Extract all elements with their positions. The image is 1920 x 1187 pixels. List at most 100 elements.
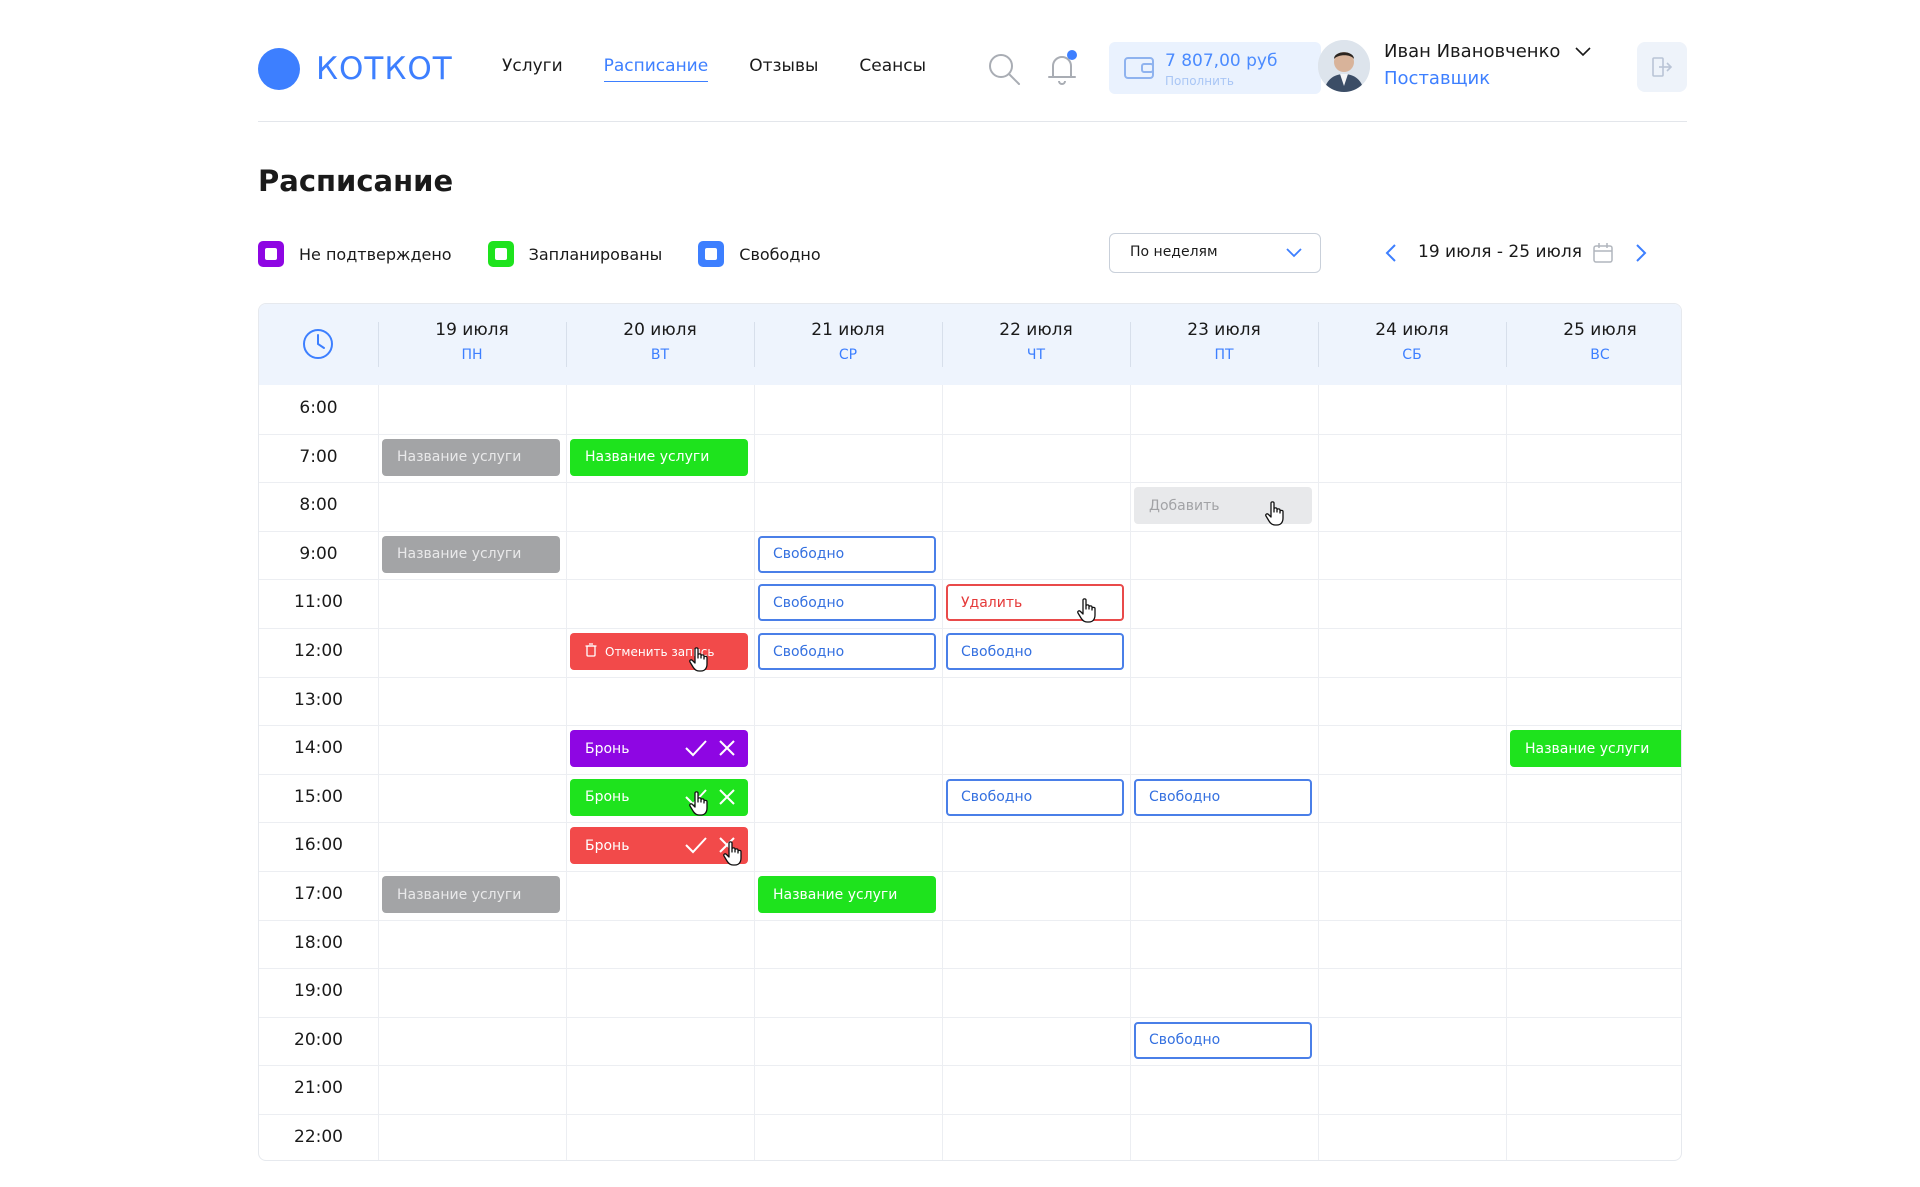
logo-text: КОТКОТ xyxy=(316,51,453,87)
day-header: 25 июля ВС xyxy=(1506,304,1681,385)
day-date: 23 июля xyxy=(1187,320,1261,340)
time-label: 19:00 xyxy=(294,981,343,1002)
row-divider xyxy=(259,676,1681,678)
time-label: 11:00 xyxy=(294,592,343,613)
slot-label: Свободно xyxy=(1149,1032,1221,1049)
wallet-amount: 7 807,00 руб xyxy=(1165,51,1278,71)
nav-item-sessions[interactable]: Сеансы xyxy=(859,56,926,82)
slot-label: Свободно xyxy=(773,594,845,611)
legend-swatch-planned xyxy=(487,241,514,267)
pointer-cursor-icon xyxy=(722,841,744,871)
time-label: 12:00 xyxy=(294,641,343,661)
schedule-slot-free[interactable]: Свободно xyxy=(758,633,936,670)
avatar[interactable] xyxy=(1318,40,1370,92)
day-date: 22 июля xyxy=(999,320,1073,340)
schedule-slot-free[interactable]: Свободно xyxy=(758,535,936,573)
slot-label: Свободно xyxy=(961,643,1033,660)
schedule-slot-purple[interactable]: Бронь xyxy=(570,730,748,768)
slot-label: Добавить xyxy=(1149,497,1220,514)
close-icon[interactable] xyxy=(708,739,736,761)
check-icon[interactable] xyxy=(674,739,708,761)
row-divider xyxy=(259,1114,1681,1115)
schedule-slot-gray[interactable]: Название услуги xyxy=(382,535,560,573)
nav-item-reviews[interactable]: Отзывы xyxy=(749,56,818,82)
slot-label: Бронь xyxy=(585,740,630,757)
row-divider xyxy=(259,1016,1681,1018)
row-divider xyxy=(259,725,1681,727)
schedule-slot-gray[interactable]: Название услуги xyxy=(382,438,560,476)
slot-label: Свободно xyxy=(1149,789,1221,806)
wallet-topup-link[interactable]: Пополнить xyxy=(1165,74,1234,88)
column-divider xyxy=(1506,385,1507,1160)
time-label: 6:00 xyxy=(299,398,338,418)
day-date: 24 июля xyxy=(1375,320,1449,340)
nav-item-schedule[interactable]: Расписание xyxy=(603,56,709,82)
column-divider xyxy=(1130,385,1131,1160)
date-range: 19 июля - 25 июля xyxy=(1418,242,1582,262)
schedule-slot-free[interactable]: Свободно xyxy=(1134,778,1312,816)
slot-label: Удалить xyxy=(961,594,1023,611)
row-divider xyxy=(259,628,1681,629)
date-navigator: 19 июля - 25 июля xyxy=(1385,240,1655,266)
bell-icon[interactable] xyxy=(1044,49,1080,87)
slot-label: Название услуги xyxy=(773,886,898,903)
schedule-slot-free[interactable]: Свободно xyxy=(946,778,1124,816)
day-weekday: ЧТ xyxy=(1026,347,1046,363)
schedule-slot-gray[interactable]: Название услуги xyxy=(382,876,560,913)
logo-mark xyxy=(258,48,300,90)
row-divider xyxy=(259,579,1681,581)
legend-swatch-unconfirmed xyxy=(258,241,284,267)
row-divider xyxy=(259,1065,1681,1067)
day-weekday: ВС xyxy=(1590,347,1610,363)
day-date: 25 июля xyxy=(1563,320,1637,340)
day-weekday: СР xyxy=(838,347,858,363)
pointer-cursor-icon xyxy=(1264,501,1286,531)
logo[interactable]: КОТКОТ xyxy=(258,48,453,90)
schedule-slot-free[interactable]: Свободно xyxy=(758,584,936,622)
chevron-left-icon[interactable] xyxy=(1385,243,1397,263)
chevron-right-icon[interactable] xyxy=(1635,243,1647,263)
slot-label: Свободно xyxy=(773,546,845,563)
user-role: Поставщик xyxy=(1384,68,1491,89)
pointer-cursor-icon xyxy=(688,647,710,677)
day-header: 20 июля ВТ xyxy=(566,304,754,385)
schedule-slot-green[interactable]: Бронь xyxy=(570,778,748,816)
slot-actions xyxy=(674,739,736,761)
day-weekday: ВТ xyxy=(650,347,670,363)
view-mode-select[interactable]: По неделям xyxy=(1109,233,1321,273)
logout-button[interactable] xyxy=(1637,42,1687,92)
day-header: 19 июля ПН xyxy=(378,304,566,385)
schedule-slot-green[interactable]: Название услуги xyxy=(570,438,748,476)
schedule-slot-free[interactable]: Свободно xyxy=(1134,1021,1312,1059)
row-divider xyxy=(259,968,1681,970)
column-divider xyxy=(1318,385,1319,1160)
close-icon[interactable] xyxy=(708,788,736,810)
legend-swatch-free xyxy=(698,241,725,267)
row-divider xyxy=(259,482,1681,484)
schedule-slot-free[interactable]: Свободно xyxy=(946,633,1124,670)
search-icon[interactable] xyxy=(986,51,1022,87)
legend-unconfirmed: Не подтверждено xyxy=(258,241,452,267)
legend-label: Свободно xyxy=(739,244,821,264)
day-date: 21 июля xyxy=(811,320,885,340)
day-weekday: ПН xyxy=(461,347,483,363)
slot-label: Название услуги xyxy=(397,886,522,903)
slot-label: Свободно xyxy=(961,789,1033,806)
status-legend: Не подтверждено Запланированы Свободно xyxy=(258,241,857,267)
legend-free: Свободно xyxy=(698,241,821,267)
schedule-slot-green[interactable]: Название услуги xyxy=(758,876,936,913)
time-label: 22:00 xyxy=(294,1127,343,1147)
schedule-slot-red[interactable]: Отменить запись xyxy=(570,633,748,670)
row-divider xyxy=(259,433,1681,435)
chevron-down-icon[interactable] xyxy=(1574,45,1592,59)
time-label: 16:00 xyxy=(294,835,343,856)
chevron-down-icon xyxy=(1286,248,1302,258)
legend-label: Запланированы xyxy=(528,244,663,264)
column-divider xyxy=(942,385,943,1160)
nav-item-services[interactable]: Услуги xyxy=(502,56,563,82)
schedule-slot-green[interactable]: Название услуги xyxy=(1510,730,1681,768)
user-name[interactable]: Иван Ивановченко xyxy=(1384,41,1560,62)
calendar-icon[interactable] xyxy=(1592,242,1614,264)
wallet-balance[interactable]: 7 807,00 руб Пополнить xyxy=(1109,42,1321,94)
check-icon[interactable] xyxy=(674,836,708,858)
